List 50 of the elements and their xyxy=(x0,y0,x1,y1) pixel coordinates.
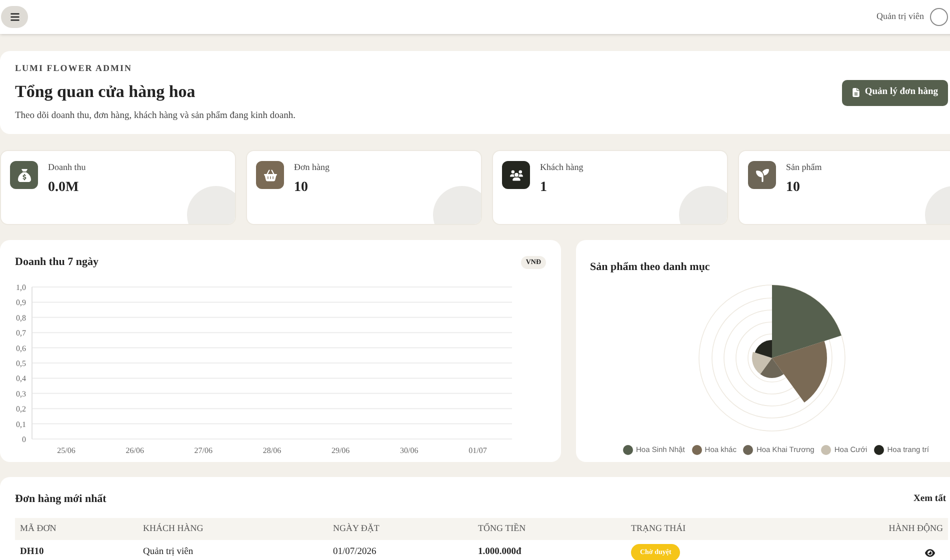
x-tick-label: 28/06 xyxy=(262,446,282,454)
y-tick-label: 0 xyxy=(22,434,26,444)
eyebrow-label: LUMI FLOWER ADMIN xyxy=(15,62,134,75)
view-icon[interactable] xyxy=(925,548,935,558)
x-tick-label: 27/06 xyxy=(194,446,213,454)
y-tick-label: 0,4 xyxy=(16,374,26,383)
stat-label: Đơn hàng xyxy=(294,161,330,174)
menu-icon xyxy=(10,12,20,22)
order-management-button[interactable]: Quản lý đơn hàng xyxy=(842,80,948,106)
y-tick-label: 0,6 xyxy=(16,343,26,352)
column-header: TỔNG TIỀN xyxy=(478,522,527,535)
stat-value: 10 xyxy=(294,178,309,196)
table-cell-text: DH10 xyxy=(20,546,45,560)
user-name: Quản trị viên xyxy=(876,10,924,24)
y-tick-label: 0,8 xyxy=(16,312,26,322)
y-tick-label: 1,0 xyxy=(16,282,26,292)
chart-title: Doanh thu 7 ngày xyxy=(15,255,98,270)
chart-title: Sản phẩm theo danh mục xyxy=(590,261,710,273)
menu-button[interactable] xyxy=(1,6,28,28)
y-tick-label: 0,2 xyxy=(16,404,26,414)
y-tick-label: 0,5 xyxy=(16,358,26,368)
document-icon xyxy=(852,88,860,97)
avatar xyxy=(930,8,948,26)
table-cell-text: 1.000.000đ xyxy=(478,546,522,560)
stat-label: Khách hàng xyxy=(540,161,584,174)
column-header: NGÀY ĐẶT xyxy=(333,522,380,535)
y-tick-label: 0,7 xyxy=(16,328,26,338)
stat-value: 10 xyxy=(786,178,801,196)
y-tick-label: 0,1 xyxy=(16,419,26,428)
stat-value: 1 xyxy=(540,178,548,196)
page-subtitle: Theo dõi doanh thu, đơn hàng, khách hàng và sản phẩm đang kinh doanh. xyxy=(15,110,296,123)
view-all-link[interactable]: Xem tất xyxy=(914,492,946,506)
column-header: MÃ ĐƠN xyxy=(20,522,58,535)
column-header: KHÁCH HÀNG xyxy=(143,522,204,535)
x-tick-label: 29/06 xyxy=(331,446,350,454)
x-tick-label: 26/06 xyxy=(126,446,144,454)
stat-label: Sản phẩm xyxy=(786,161,822,174)
column-header: HÀNH ĐỘNG xyxy=(888,522,943,535)
y-tick-label: 0,3 xyxy=(16,388,26,398)
stat-label: Doanh thu xyxy=(48,161,86,174)
x-tick-label: 30/06 xyxy=(400,446,418,454)
stat-value: 0.0M xyxy=(48,178,80,196)
x-tick-label: 01/07 xyxy=(468,446,487,454)
x-tick-label: 25/06 xyxy=(57,446,76,454)
y-tick-label: 0,9 xyxy=(16,298,26,307)
page-title: Tổng quan cửa hàng hoa xyxy=(15,81,196,104)
table-cell-text: 01/07/2026 xyxy=(333,546,378,560)
section-title: Đơn hàng mới nhất xyxy=(15,492,106,507)
column-header: TRẠNG THÁI xyxy=(631,522,687,535)
table-cell-text: Quản trị viên xyxy=(143,546,194,560)
